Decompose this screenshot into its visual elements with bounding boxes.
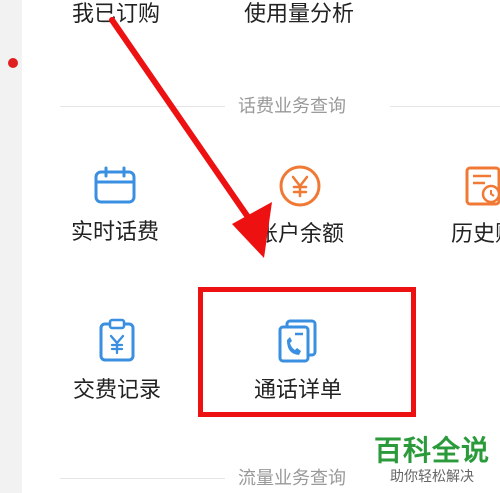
account-balance-item[interactable]: 账户余额	[240, 164, 360, 248]
history-bill-item[interactable]: 历史账	[424, 164, 500, 248]
notification-dot	[8, 58, 18, 68]
payment-clipboard-icon	[99, 318, 135, 362]
left-category-strip	[0, 0, 22, 493]
realtime-fee-item[interactable]: 实时话费	[55, 166, 175, 246]
bill-history-icon	[465, 166, 500, 206]
calendar-icon	[94, 166, 136, 204]
divider-line-left	[60, 478, 225, 479]
yen-coin-icon	[279, 165, 321, 207]
realtime-fee-label: 实时话费	[70, 219, 159, 244]
subscribed-link[interactable]: 我已订购	[72, 0, 160, 28]
divider-line-right	[390, 106, 500, 107]
payment-record-item[interactable]: 交费记录	[57, 318, 177, 404]
history-bill-label: 历史账	[450, 221, 500, 246]
annotation-highlight-box	[198, 287, 416, 417]
fee-section-divider: 话费业务查询	[60, 96, 500, 116]
flow-section-title: 流量业务查询	[238, 468, 346, 488]
usage-analysis-link[interactable]: 使用量分析	[244, 0, 354, 28]
watermark: 百科全说 助你轻松解决	[374, 435, 490, 485]
account-balance-label: 账户余额	[255, 221, 344, 246]
watermark-title: 百科全说	[373, 435, 490, 466]
payment-record-label: 交费记录	[72, 377, 161, 402]
fee-section-title: 话费业务查询	[238, 96, 346, 116]
watermark-subtitle: 助你轻松解决	[389, 468, 474, 484]
divider-line-left	[60, 106, 225, 107]
